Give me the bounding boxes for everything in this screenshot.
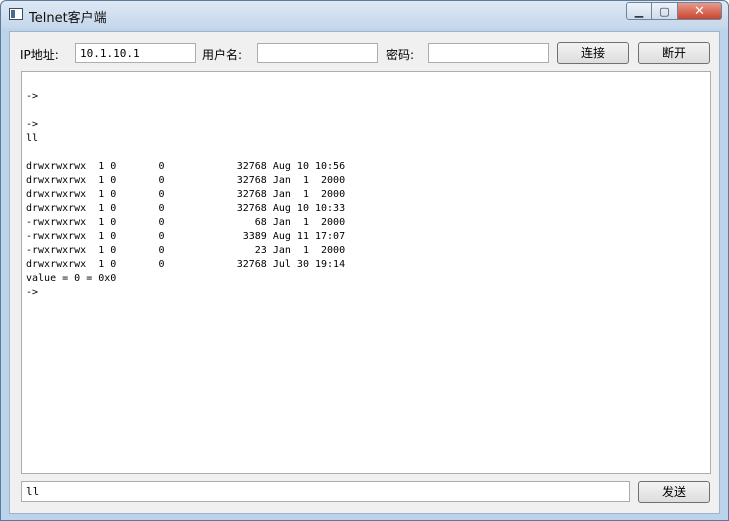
close-icon: ✕ — [694, 3, 705, 19]
console-line: drwxrwxrwx 1 0 0 32768 Jul 30 19:14 — [26, 259, 352, 270]
ip-label: IP地址: — [20, 48, 59, 62]
command-input[interactable] — [21, 481, 630, 502]
minimize-icon: ▁ — [634, 4, 644, 18]
telnet-window: Telnet客户端 ▁ ▢ ✕ IP地址: 用户名: 密码: 连接 断开 -> … — [0, 0, 729, 521]
send-button[interactable]: 发送 — [638, 481, 710, 503]
console-line: -> — [26, 119, 39, 130]
username-label: 用户名: — [202, 48, 243, 62]
window-title: Telnet客户端 — [29, 11, 107, 26]
console-line: drwxrwxrwx 1 0 0 32768 Aug 10 10:56 — [26, 161, 352, 172]
title-bar[interactable]: Telnet客户端 ▁ ▢ ✕ — [1, 1, 728, 29]
console-line: drwxrwxrwx 1 0 0 32768 Jan 1 2000 — [26, 189, 352, 200]
window-controls: ▁ ▢ ✕ — [626, 2, 722, 21]
console-line: drwxrwxrwx 1 0 0 32768 Aug 10 10:33 — [26, 203, 352, 214]
console-line: -rwxrwxrwx 1 0 0 23 Jan 1 2000 — [26, 245, 352, 256]
connect-button[interactable]: 连接 — [557, 42, 629, 64]
client-area: IP地址: 用户名: 密码: 连接 断开 -> -> ll drwxrwxrwx… — [9, 31, 720, 514]
console-line: -> — [26, 287, 39, 298]
minimize-button[interactable]: ▁ — [626, 2, 652, 20]
username-input[interactable] — [257, 43, 378, 63]
console-line: ll — [26, 133, 39, 144]
password-input[interactable] — [428, 43, 549, 63]
password-label: 密码: — [386, 48, 415, 62]
console-line: -rwxrwxrwx 1 0 0 3389 Aug 11 17:07 — [26, 231, 352, 242]
disconnect-button[interactable]: 断开 — [638, 42, 710, 64]
console-line: -rwxrwxrwx 1 0 0 68 Jan 1 2000 — [26, 217, 352, 228]
console-line: drwxrwxrwx 1 0 0 32768 Jan 1 2000 — [26, 175, 352, 186]
maximize-icon: ▢ — [659, 4, 670, 18]
console-line: value = 0 = 0x0 — [26, 273, 117, 284]
console-output[interactable]: -> -> ll drwxrwxrwx 1 0 0 32768 Aug 10 1… — [21, 71, 711, 474]
console-line: -> — [26, 91, 39, 102]
close-button[interactable]: ✕ — [678, 2, 722, 20]
console-text: -> -> ll drwxrwxrwx 1 0 0 32768 Aug 10 1… — [22, 72, 710, 300]
ip-address-input[interactable] — [75, 43, 196, 63]
maximize-button[interactable]: ▢ — [652, 2, 678, 20]
app-icon — [9, 8, 23, 20]
